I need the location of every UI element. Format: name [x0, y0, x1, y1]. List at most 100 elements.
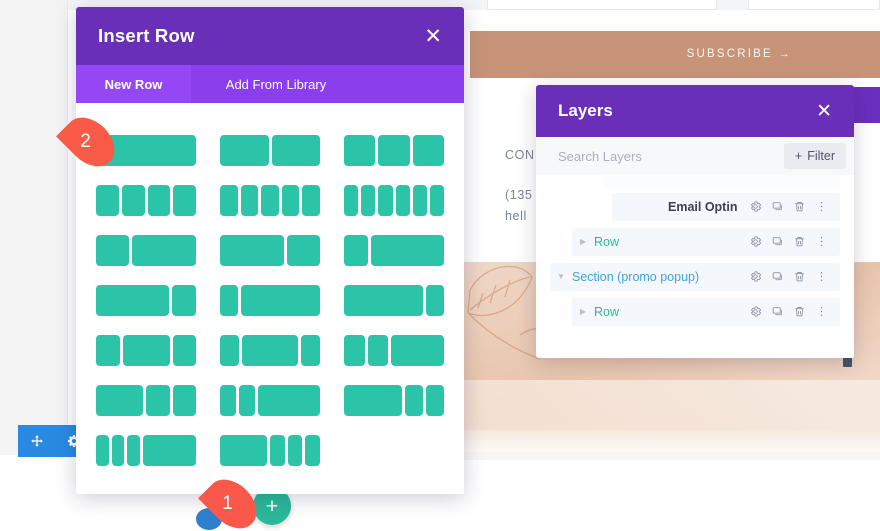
- row-layout-option[interactable]: [220, 225, 320, 275]
- row-layout-option[interactable]: [96, 325, 196, 375]
- layer-row-label: Section (promo popup): [572, 269, 700, 284]
- search-layers-input[interactable]: [558, 148, 784, 164]
- row-layout-column: [257, 384, 321, 416]
- chevron-right-icon[interactable]: ▶: [572, 237, 594, 246]
- layer-row[interactable]: ▶ Row: [550, 294, 840, 329]
- row-layout-column: [241, 284, 320, 316]
- chevron-down-icon[interactable]: ▼: [550, 272, 572, 281]
- row-layout-option[interactable]: [96, 225, 196, 275]
- row-layout-option[interactable]: [96, 375, 196, 425]
- gear-icon[interactable]: [749, 305, 762, 318]
- row-layout-preview: [220, 234, 320, 266]
- duplicate-icon[interactable]: [771, 235, 784, 248]
- row-layout-column: [378, 134, 410, 166]
- gear-icon[interactable]: [749, 270, 762, 283]
- row-layout-column: [173, 184, 196, 216]
- close-icon[interactable]: ✕: [816, 102, 832, 121]
- row-layout-preview: [220, 334, 320, 366]
- row-layout-option[interactable]: [96, 425, 196, 475]
- row-layout-option[interactable]: [220, 375, 321, 425]
- row-layout-column: [302, 184, 320, 216]
- subscribe-bar[interactable]: [470, 31, 880, 78]
- trash-icon[interactable]: [793, 305, 806, 318]
- row-layout-column: [143, 434, 196, 466]
- row-layout-grid: [96, 125, 445, 475]
- duplicate-icon[interactable]: [771, 305, 784, 318]
- layer-row[interactable]: ▼ Section (promo popup): [550, 259, 840, 294]
- row-layout-column: [305, 434, 320, 466]
- row-layout-column: [241, 334, 299, 366]
- row-layout-option[interactable]: [344, 225, 444, 275]
- gear-icon[interactable]: [749, 235, 762, 248]
- row-layout-column: [96, 384, 143, 416]
- row-layout-option[interactable]: [220, 175, 320, 225]
- row-layout-option[interactable]: [220, 425, 320, 475]
- layer-row[interactable]: Email Optin: [550, 189, 840, 224]
- duplicate-icon[interactable]: [771, 200, 784, 213]
- duplicate-icon[interactable]: [771, 270, 784, 283]
- more-options-icon[interactable]: [815, 235, 828, 248]
- row-layout-option[interactable]: [96, 275, 196, 325]
- row-layout-column: [131, 234, 196, 266]
- move-icon[interactable]: [18, 425, 55, 457]
- row-layout-preview: [344, 184, 445, 216]
- row-layout-option[interactable]: [220, 125, 320, 175]
- row-layout-column: [425, 284, 444, 316]
- close-icon[interactable]: ✕: [424, 26, 442, 47]
- more-options-icon[interactable]: [815, 200, 828, 213]
- plus-icon: +: [265, 494, 279, 518]
- gear-icon[interactable]: [749, 200, 762, 213]
- row-layout-column: [281, 184, 300, 216]
- layer-row[interactable]: ▶ Row: [550, 224, 840, 259]
- tab-add-from-library[interactable]: Add From Library: [191, 65, 361, 103]
- layer-row-inner: ▼ Section (promo popup): [550, 262, 840, 291]
- row-layout-option[interactable]: [220, 275, 320, 325]
- row-layout-preview: [220, 384, 321, 416]
- row-layout-preview: [96, 184, 196, 216]
- chevron-right-icon[interactable]: ▶: [572, 307, 594, 316]
- row-layout-column: [240, 184, 259, 216]
- row-layout-column: [405, 384, 424, 416]
- insert-row-tabs: New Row Add From Library: [76, 65, 464, 103]
- row-layout-option[interactable]: [344, 325, 445, 375]
- filter-button[interactable]: + Filter: [783, 143, 846, 169]
- row-layout-option[interactable]: [344, 125, 444, 175]
- row-layout-preview: [344, 384, 444, 416]
- row-layout-column: [220, 334, 239, 366]
- more-options-icon[interactable]: [815, 305, 828, 318]
- row-layout-column: [412, 184, 427, 216]
- row-layout-column: [172, 384, 196, 416]
- subscribe-button-label[interactable]: SUBSCRIBE →: [687, 48, 792, 60]
- row-layout-preview: [344, 284, 444, 316]
- row-layout-column: [344, 284, 423, 316]
- row-layout-option[interactable]: [344, 275, 444, 325]
- row-layout-option[interactable]: [344, 375, 444, 425]
- trash-icon[interactable]: [793, 235, 806, 248]
- row-layout-column: [146, 384, 170, 416]
- row-layout-option[interactable]: [96, 175, 196, 225]
- row-layout-column: [429, 184, 445, 216]
- row-layout-column: [378, 184, 393, 216]
- row-layout-column: [395, 184, 410, 216]
- canvas-top-card-left: [487, 0, 717, 10]
- more-options-icon[interactable]: [815, 270, 828, 283]
- row-layout-column: [220, 384, 236, 416]
- row-layout-column: [270, 434, 285, 466]
- row-layout-option[interactable]: [220, 325, 320, 375]
- insert-row-modal: Insert Row ✕ New Row Add From Library: [76, 7, 464, 494]
- row-layout-column: [147, 184, 171, 216]
- callout-number: 2: [80, 131, 91, 152]
- tab-new-row[interactable]: New Row: [76, 65, 191, 103]
- canvas-left-gutter: [0, 0, 68, 455]
- row-layout-option[interactable]: [344, 175, 445, 225]
- row-layout-preview: [344, 134, 444, 166]
- trash-icon[interactable]: [793, 270, 806, 283]
- row-layout-column: [344, 134, 376, 166]
- layers-list: Email Optin ▶ Row ▼ Section (promo popup) ▶ Ro…: [536, 175, 854, 358]
- row-layout-column: [344, 184, 359, 216]
- row-layout-column: [171, 284, 196, 316]
- row-layout-column: [412, 134, 444, 166]
- plus-icon: +: [794, 149, 803, 163]
- row-layout-preview: [344, 234, 444, 266]
- trash-icon[interactable]: [793, 200, 806, 213]
